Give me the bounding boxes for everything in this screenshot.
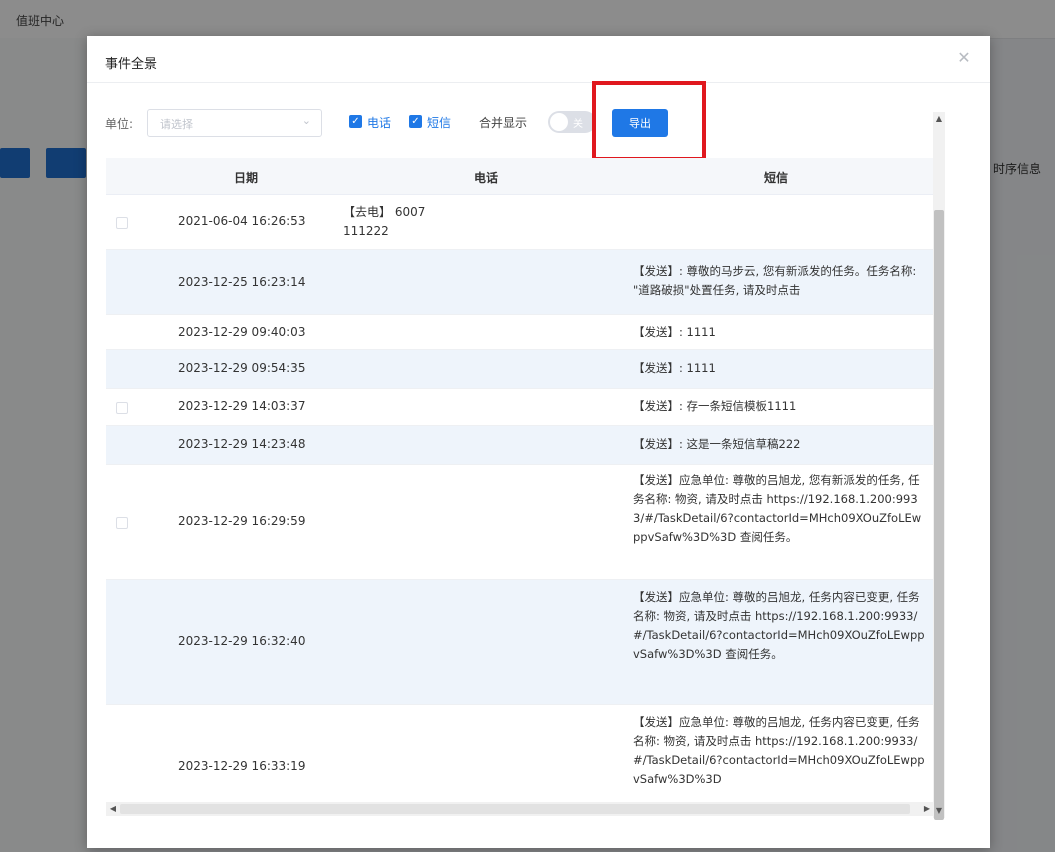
cell-date: 2023-12-29 14:23:48 bbox=[178, 437, 306, 451]
table-header: 日期 电话 短信 bbox=[106, 158, 934, 195]
scroll-up-arrow-icon[interactable]: ▲ bbox=[933, 112, 945, 126]
cell-date: 2023-12-29 09:54:35 bbox=[178, 361, 306, 375]
unit-select[interactable]: 请选择 ⌄ bbox=[147, 109, 322, 137]
column-header-sms: 短信 bbox=[763, 171, 788, 185]
table-row[interactable]: 2023-12-29 16:29:59 【发送】应急单位: 尊敬的吕旭龙, 您有… bbox=[106, 465, 934, 580]
merge-display-label: 合并显示 bbox=[479, 116, 528, 130]
vertical-scrollbar[interactable]: ▲ ▼ bbox=[933, 112, 945, 820]
table-row[interactable]: 2023-12-29 09:54:35 【发送】: 1111 bbox=[106, 350, 934, 389]
table-row[interactable]: 2023-12-29 14:23:48 【发送】: 这是一条短信草稿222 bbox=[106, 426, 934, 465]
row-checkbox[interactable] bbox=[116, 517, 128, 529]
cell-date: 2023-12-25 16:23:14 bbox=[178, 275, 306, 289]
event-panorama-dialog: 事件全景 ✕ 单位: 请选择 ⌄ ✓ 电话 ✓ 短信 合并显示 关 导出 日期 … bbox=[87, 36, 990, 848]
sms-checkbox-label[interactable]: 短信 bbox=[427, 114, 451, 131]
cell-date: 2023-12-29 16:29:59 bbox=[178, 514, 306, 528]
cell-date: 2021-06-04 16:26:53 bbox=[178, 214, 306, 228]
table-row[interactable]: 2023-12-29 16:32:40 【发送】应急单位: 尊敬的吕旭龙, 任务… bbox=[106, 580, 934, 705]
switch-knob bbox=[550, 113, 568, 131]
scroll-left-arrow-icon[interactable]: ◀ bbox=[106, 802, 120, 816]
cell-phone: 【去电】 6007 111222 bbox=[343, 205, 426, 238]
chevron-down-icon: ⌄ bbox=[301, 114, 311, 127]
table-row[interactable]: 2023-12-29 09:40:03 【发送】: 1111 bbox=[106, 315, 934, 350]
column-header-phone: 电话 bbox=[473, 171, 498, 185]
cell-date: 2023-12-29 14:03:37 bbox=[178, 399, 306, 413]
unit-label: 单位: bbox=[105, 117, 134, 131]
phone-checkbox[interactable]: ✓ bbox=[349, 115, 362, 128]
scrollbar-thumb[interactable] bbox=[120, 804, 910, 814]
export-highlight-box bbox=[592, 81, 706, 161]
switch-state-text: 关 bbox=[573, 119, 583, 130]
dialog-header: 事件全景 ✕ bbox=[87, 36, 990, 83]
close-icon[interactable]: ✕ bbox=[954, 48, 974, 68]
row-checkbox[interactable] bbox=[116, 217, 128, 229]
scroll-down-arrow-icon[interactable]: ▼ bbox=[933, 804, 945, 818]
cell-sms: 【发送】: 1111 bbox=[633, 361, 716, 375]
cell-date: 2023-12-29 09:40:03 bbox=[178, 325, 306, 339]
cell-sms: 【发送】: 存一条短信模板1111 bbox=[633, 399, 797, 413]
table-row[interactable]: 2023-12-25 16:23:14 【发送】: 尊敬的马步云, 您有新派发的… bbox=[106, 250, 934, 315]
phone-checkbox-label[interactable]: 电话 bbox=[367, 114, 391, 131]
table-row[interactable]: 2021-06-04 16:26:53 【去电】 6007 111222 bbox=[106, 195, 934, 250]
cell-date: 2023-12-29 16:33:19 bbox=[178, 759, 306, 773]
cell-sms: 【发送】: 这是一条短信草稿222 bbox=[633, 437, 801, 451]
sms-checkbox[interactable]: ✓ bbox=[409, 115, 422, 128]
cell-sms: 【发送】: 1111 bbox=[633, 325, 716, 339]
unit-select-placeholder: 请选择 bbox=[160, 118, 193, 131]
merge-display-switch[interactable]: 关 bbox=[548, 111, 596, 133]
dialog-title: 事件全景 bbox=[105, 57, 158, 72]
horizontal-scrollbar[interactable]: ◀ ▶ bbox=[106, 802, 934, 816]
cell-sms: 【发送】: 尊敬的马步云, 您有新派发的任务。任务名称: "道路破损"处置任务,… bbox=[633, 264, 917, 297]
row-checkbox[interactable] bbox=[116, 402, 128, 414]
cell-sms: 【发送】应急单位: 尊敬的吕旭龙, 您有新派发的任务, 任务名称: 物资, 请及… bbox=[633, 473, 922, 544]
event-table: 日期 电话 短信 2021-06-04 16:26:53 【去电】 6007 1… bbox=[106, 158, 934, 818]
table-row[interactable]: 2023-12-29 14:03:37 【发送】: 存一条短信模板1111 bbox=[106, 389, 934, 426]
scroll-right-arrow-icon[interactable]: ▶ bbox=[920, 802, 934, 816]
scrollbar-thumb[interactable] bbox=[934, 210, 944, 820]
cell-sms: 【发送】应急单位: 尊敬的吕旭龙, 任务内容已变更, 任务名称: 物资, 请及时… bbox=[633, 590, 925, 661]
cell-date: 2023-12-29 16:32:40 bbox=[178, 634, 306, 648]
filter-bar: 单位: 请选择 ⌄ ✓ 电话 ✓ 短信 合并显示 关 导出 bbox=[87, 106, 990, 140]
column-header-date: 日期 bbox=[233, 171, 258, 185]
cell-sms: 【发送】应急单位: 尊敬的吕旭龙, 任务内容已变更, 任务名称: 物资, 请及时… bbox=[633, 715, 925, 786]
